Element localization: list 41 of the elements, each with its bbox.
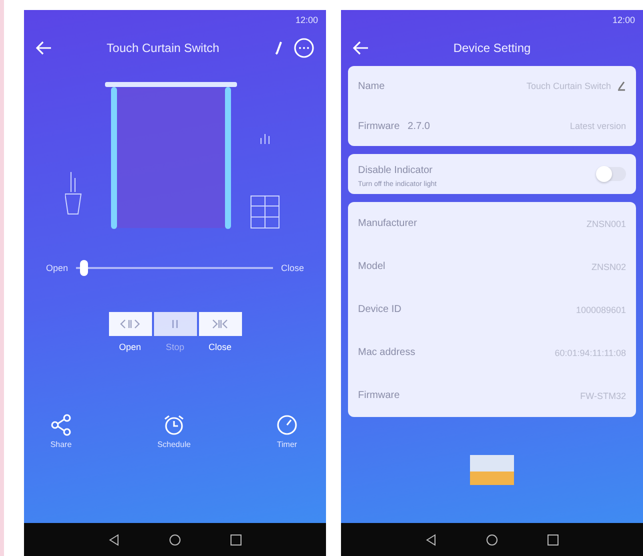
name-label: Name (358, 80, 385, 92)
control-label: Close (207, 342, 232, 352)
close-label: Close (280, 263, 304, 273)
back-arrow-icon[interactable] (36, 41, 52, 55)
home-circle-icon[interactable] (168, 534, 181, 546)
close-arrows-icon (212, 319, 228, 329)
alarm-clock-icon (162, 414, 185, 436)
back-triangle-icon[interactable] (425, 534, 438, 546)
share-icon (50, 414, 72, 436)
control-label: Stop (164, 342, 186, 352)
pause-icon (171, 319, 179, 329)
back-triangle-icon[interactable] (108, 534, 120, 546)
pen-icon[interactable] (274, 41, 284, 55)
timer-icon (276, 414, 298, 436)
control-label: Open (118, 342, 142, 352)
indicator-toggle[interactable] (598, 167, 626, 181)
info-label: Device ID (358, 304, 402, 315)
square-icon[interactable] (230, 534, 242, 546)
back-arrow-icon[interactable] (353, 41, 369, 55)
pen-icon[interactable] (617, 81, 626, 91)
more-icon[interactable] (294, 38, 314, 58)
image-placeholder (470, 455, 514, 485)
info-label: Model (358, 261, 386, 272)
info-label: Mac address (358, 347, 416, 358)
screen-title: Device Setting (452, 41, 532, 55)
indicator-label: Disable Indicator (358, 165, 432, 176)
status-time: 12:00 (295, 15, 318, 25)
firmware-version: 2.7.0 (408, 120, 430, 132)
share-action[interactable]: Share (50, 414, 72, 449)
schedule-action[interactable]: Schedule (157, 414, 191, 449)
status-time: 12:00 (612, 15, 635, 25)
timer-action[interactable]: Timer (276, 414, 298, 449)
firmware-label: Firmware (358, 120, 400, 132)
home-circle-icon[interactable] (486, 534, 498, 546)
screen-title: Touch Curtain Switch (106, 41, 220, 55)
open-arrows-icon (120, 319, 140, 329)
slider-thumb[interactable] (80, 260, 88, 276)
info-label: Manufacturer (358, 218, 417, 229)
info-label: Firmware (358, 390, 400, 401)
square-icon[interactable] (546, 534, 559, 546)
open-label: Open (46, 263, 68, 273)
